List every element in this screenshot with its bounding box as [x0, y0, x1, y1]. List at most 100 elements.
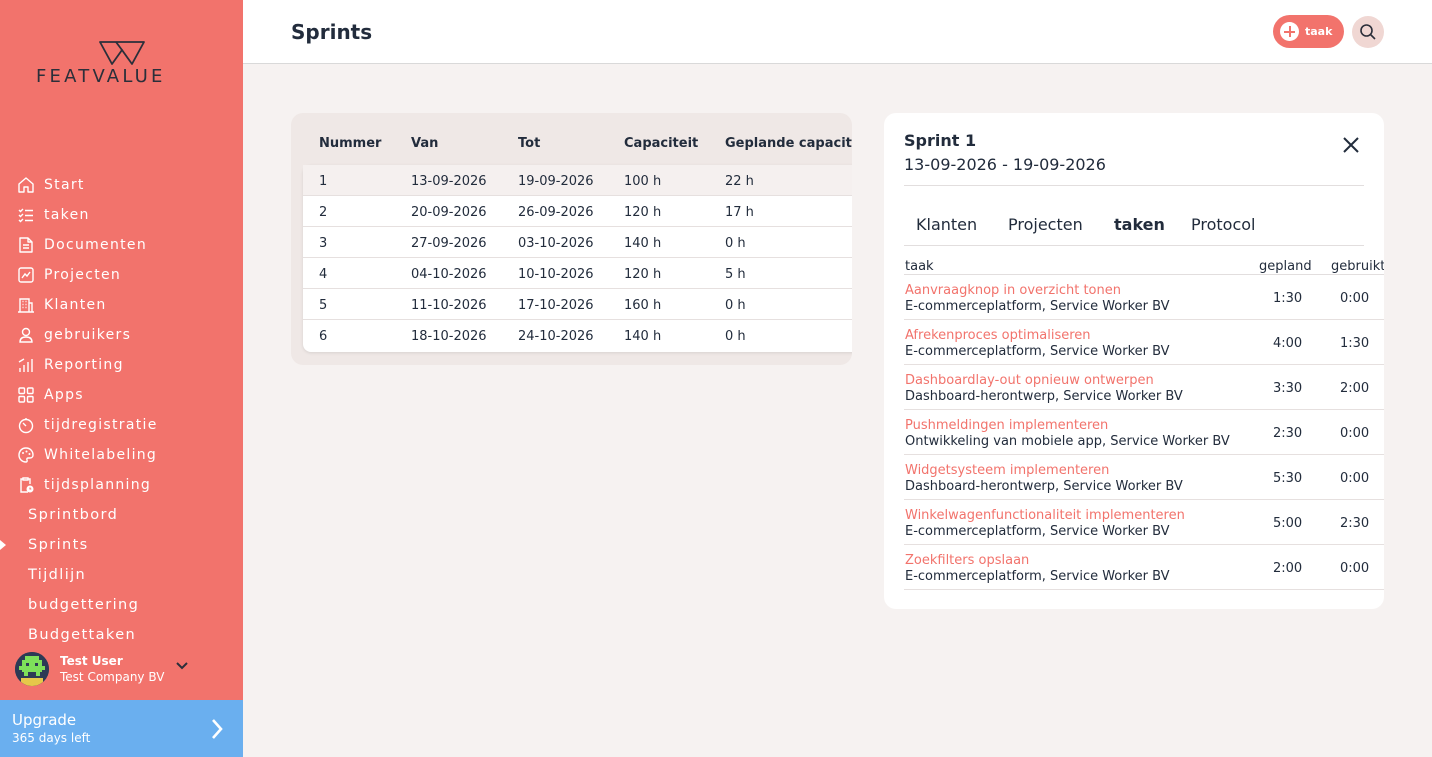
table-row[interactable]: 3 27-09-2026 03-10-2026 140 h 0 h: [303, 227, 852, 258]
sidebar-item-gebruikers[interactable]: gebruikers: [0, 320, 243, 350]
task-row[interactable]: Dashboardlay-out opnieuw ontwerpen Dashb…: [904, 365, 1384, 410]
sidebar-subitem-sprints[interactable]: Sprints: [0, 530, 243, 560]
table-cell: 19-09-2026: [518, 174, 594, 189]
sidebar-item-taken[interactable]: taken: [0, 200, 243, 230]
column-header-gepland: gepland: [1259, 259, 1312, 274]
task-row[interactable]: Pushmeldingen implementeren Ontwikkeling…: [904, 410, 1384, 455]
search-icon: [1360, 24, 1376, 40]
logo-text: FEATVALUE: [36, 66, 166, 87]
column-header-gebruikt: gebruikt: [1331, 259, 1384, 274]
task-row[interactable]: Winkelwagenfunctionaliteit implementeren…: [904, 500, 1384, 545]
user-menu[interactable]: Test User Test Company BV: [15, 651, 235, 687]
table-cell: 3: [319, 236, 328, 251]
sidebar-subitem-label: Budgettaken: [28, 627, 137, 643]
sidebar-item-projecten[interactable]: Projecten: [0, 260, 243, 290]
task-project: E-commerceplatform, Service Worker BV: [905, 569, 1170, 584]
table-cell: 2: [319, 205, 328, 220]
task-row[interactable]: Widgetsysteem implementeren Dashboard-he…: [904, 455, 1384, 500]
add-task-button[interactable]: taak: [1273, 15, 1344, 48]
column-header[interactable]: Nummer: [319, 136, 381, 151]
search-button[interactable]: [1352, 16, 1384, 48]
task-planned: 5:00: [1273, 516, 1303, 531]
table-cell: 140 h: [624, 236, 662, 251]
task-name-link[interactable]: Winkelwagenfunctionaliteit implementeren: [905, 508, 1185, 523]
task-name-link[interactable]: Zoekfilters opslaan: [905, 553, 1029, 568]
column-header[interactable]: Capaciteit: [624, 136, 698, 151]
sidebar-item-whitelabeling[interactable]: Whitelabeling: [0, 440, 243, 470]
task-row[interactable]: Afrekenproces optimaliseren E-commercepl…: [904, 320, 1384, 365]
sidebar-item-label: Klanten: [44, 297, 107, 313]
sidebar-item-label: Start: [44, 177, 85, 193]
sidebar-subitem-budgettaken[interactable]: Budgettaken: [0, 620, 243, 650]
sidebar-subitem-budgettering[interactable]: budgettering: [0, 590, 243, 620]
upgrade-button[interactable]: Upgrade 365 days left: [0, 700, 243, 757]
close-icon[interactable]: [1342, 136, 1360, 154]
table-cell: 13-09-2026: [411, 174, 487, 189]
table-cell: 26-09-2026: [518, 205, 594, 220]
sidebar-item-documenten[interactable]: Documenten: [0, 230, 243, 260]
table-row[interactable]: 2 20-09-2026 26-09-2026 120 h 17 h: [303, 196, 852, 227]
plus-icon: [1280, 22, 1299, 41]
task-name-link[interactable]: Afrekenproces optimaliseren: [905, 328, 1091, 343]
task-name-link[interactable]: Widgetsysteem implementeren: [905, 463, 1109, 478]
sidebar-item-apps[interactable]: Apps: [0, 380, 243, 410]
table-cell: 160 h: [624, 298, 662, 313]
task-project: Dashboard-herontwerp, Service Worker BV: [905, 389, 1183, 404]
table-cell: 120 h: [624, 267, 662, 282]
sidebar-item-reporting[interactable]: Reporting: [0, 350, 243, 380]
table-cell: 5 h: [725, 267, 746, 282]
sidebar-nav: Start taken Documenten Projecten Klanten…: [0, 170, 243, 650]
sidebar-item-start[interactable]: Start: [0, 170, 243, 200]
sidebar-item-label: taken: [44, 207, 90, 223]
sidebar-item-label: Reporting: [44, 357, 124, 373]
task-planned: 5:30: [1273, 471, 1303, 486]
tab-protocol[interactable]: Protocol: [1191, 215, 1255, 234]
logo[interactable]: FEATVALUE: [36, 40, 208, 90]
task-name-link[interactable]: Aanvraagknop in overzicht tonen: [905, 283, 1121, 298]
active-indicator: [0, 540, 6, 550]
table-cell: 1: [319, 174, 328, 189]
sidebar-subitem-label: Tijdlijn: [28, 567, 87, 583]
sidebar-item-tijdregistratie[interactable]: tijdregistratie: [0, 410, 243, 440]
sidebar-subitem-sprintbord[interactable]: Sprintbord: [0, 500, 243, 530]
task-planned: 3:30: [1273, 381, 1303, 396]
chevron-down-icon[interactable]: [175, 661, 189, 671]
logo-mark-icon: [99, 41, 145, 65]
column-header[interactable]: Van: [411, 136, 438, 151]
task-name-link[interactable]: Pushmeldingen implementeren: [905, 418, 1108, 433]
clipboard-clock-icon: [17, 476, 35, 494]
sidebar-item-klanten[interactable]: Klanten: [0, 290, 243, 320]
task-used: 0:00: [1340, 471, 1370, 486]
table-cell: 10-10-2026: [518, 267, 594, 282]
task-used: 0:00: [1340, 426, 1370, 441]
document-icon: [17, 236, 35, 254]
table-row[interactable]: 4 04-10-2026 10-10-2026 120 h 5 h: [303, 258, 852, 289]
add-task-label: taak: [1305, 25, 1333, 38]
tab-klanten[interactable]: Klanten: [916, 215, 977, 234]
table-body: 1 13-09-2026 19-09-2026 100 h 22 h 2 20-…: [303, 165, 852, 352]
task-name-link[interactable]: Dashboardlay-out opnieuw ontwerpen: [905, 373, 1154, 388]
sidebar-subitem-tijdlijn[interactable]: Tijdlijn: [0, 560, 243, 590]
header: Sprints taak: [243, 0, 1432, 64]
panel-dates: 13-09-2026 - 19-09-2026: [904, 155, 1106, 174]
column-header[interactable]: Tot: [518, 136, 540, 151]
table-row[interactable]: 1 13-09-2026 19-09-2026 100 h 22 h: [303, 165, 852, 196]
sidebar-item-label: tijdsplanning: [44, 477, 152, 493]
user-icon: [17, 326, 35, 344]
task-row[interactable]: Zoekfilters opslaan E-commerceplatform, …: [904, 545, 1384, 590]
task-project: E-commerceplatform, Service Worker BV: [905, 299, 1170, 314]
column-header[interactable]: Geplande capacite: [725, 136, 852, 151]
sprints-table: Nummer Van Tot Capaciteit Geplande capac…: [291, 113, 852, 365]
table-row[interactable]: 5 11-10-2026 17-10-2026 160 h 0 h: [303, 289, 852, 320]
tab-projecten[interactable]: Projecten: [1008, 215, 1083, 234]
table-cell: 0 h: [725, 236, 746, 251]
table-row[interactable]: 6 18-10-2026 24-10-2026 140 h 0 h: [303, 320, 852, 351]
task-row[interactable]: Aanvraagknop in overzicht tonen E-commer…: [904, 275, 1384, 320]
task-used: 2:30: [1340, 516, 1370, 531]
tab-taken[interactable]: taken: [1114, 215, 1165, 234]
table-cell: 4: [319, 267, 328, 282]
sidebar-item-tijdsplanning[interactable]: tijdsplanning: [0, 470, 243, 500]
upgrade-title: Upgrade: [12, 711, 77, 729]
task-planned: 4:00: [1273, 336, 1303, 351]
table-cell: 18-10-2026: [411, 329, 487, 344]
